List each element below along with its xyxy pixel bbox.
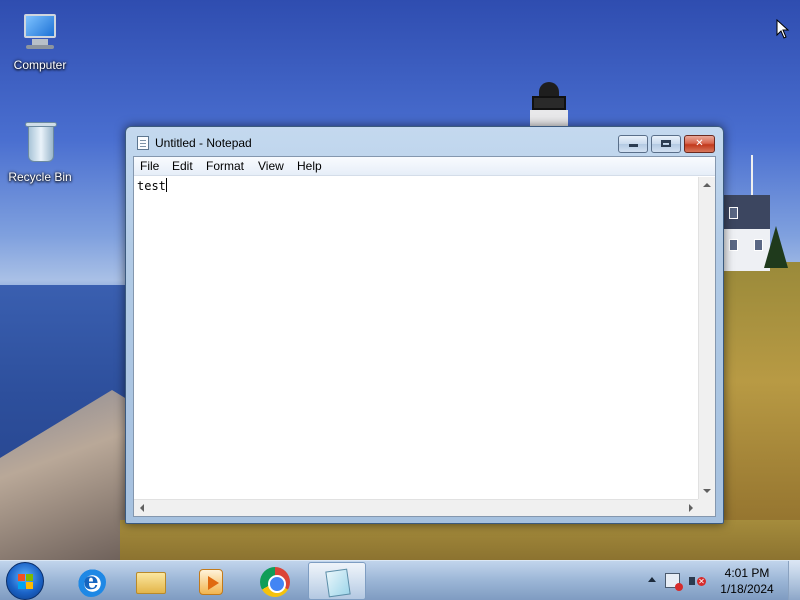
window-title: Untitled - Notepad [155, 136, 252, 150]
scroll-down-icon[interactable] [703, 489, 711, 493]
internet-explorer-icon: e [76, 567, 106, 597]
close-button[interactable]: ✕ [684, 135, 715, 153]
menu-help[interactable]: Help [296, 159, 323, 173]
text-editor[interactable]: test [135, 177, 698, 499]
notepad-client-area: File Edit Format View Help test [133, 156, 716, 517]
clock-date: 1/18/2024 [720, 582, 774, 596]
title-bar[interactable]: Untitled - Notepad ✕ [126, 127, 723, 157]
maximize-icon [661, 140, 671, 147]
start-button[interactable] [6, 562, 44, 600]
network-icon[interactable] [665, 573, 683, 591]
horizontal-scrollbar[interactable] [134, 499, 699, 516]
size-grip[interactable] [698, 499, 715, 516]
notepad-icon [323, 568, 353, 598]
taskbar-file-explorer[interactable] [122, 562, 180, 600]
clock[interactable]: 4:01 PM 1/18/2024 [712, 565, 782, 597]
taskbar-notepad[interactable] [308, 562, 366, 600]
close-icon: ✕ [695, 138, 704, 149]
wallpaper-tree [764, 226, 788, 268]
menu-view[interactable]: View [257, 159, 285, 173]
desktop-icon-label: Recycle Bin [8, 170, 72, 184]
notepad-icon [137, 136, 149, 150]
wallpaper-grass [120, 520, 800, 560]
desktop-icon-label: Computer [13, 58, 67, 72]
menu-format[interactable]: Format [205, 159, 245, 173]
file-explorer-icon [136, 567, 166, 595]
windows-logo-icon [18, 574, 34, 590]
show-hidden-icons-icon[interactable] [648, 577, 656, 582]
menu-edit[interactable]: Edit [171, 159, 194, 173]
taskbar: e ✕ 4:01 PM 1/18/2024 [0, 560, 800, 600]
menu-bar: File Edit Format View Help [134, 157, 715, 176]
editor-content: test [137, 179, 166, 193]
media-player-icon [196, 567, 226, 595]
clock-time: 4:01 PM [724, 566, 770, 580]
scroll-left-icon[interactable] [140, 504, 144, 512]
text-caret [165, 178, 167, 192]
vertical-scrollbar[interactable] [698, 177, 715, 499]
desktop-icon-computer[interactable]: Computer [2, 8, 78, 72]
wallpaper-lighthouse [528, 82, 570, 130]
system-tray: ✕ 4:01 PM 1/18/2024 [640, 561, 800, 600]
chrome-icon [260, 567, 290, 597]
scroll-right-icon[interactable] [689, 504, 693, 512]
desktop-icon-recycle-bin[interactable]: Recycle Bin [2, 120, 78, 184]
scroll-up-icon[interactable] [703, 183, 711, 187]
maximize-button[interactable] [651, 135, 681, 153]
taskbar-internet-explorer[interactable]: e [62, 562, 120, 600]
minimize-button[interactable] [618, 135, 648, 153]
menu-file[interactable]: File [139, 159, 160, 173]
notepad-window[interactable]: Untitled - Notepad ✕ File Edit Format Vi… [125, 126, 724, 524]
show-desktop-button[interactable] [788, 561, 800, 600]
volume-muted-icon[interactable]: ✕ [689, 573, 706, 589]
taskbar-media-player[interactable] [182, 562, 240, 600]
minimize-icon [628, 144, 638, 147]
taskbar-chrome[interactable] [246, 562, 304, 600]
recycle-bin-icon [16, 120, 64, 168]
computer-icon [16, 8, 64, 56]
